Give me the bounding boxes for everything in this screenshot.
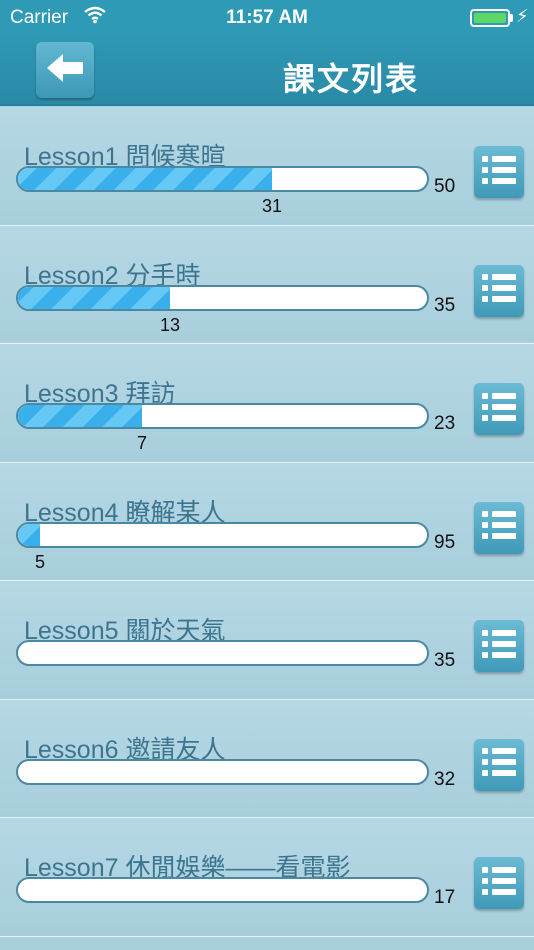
clock: 11:57 AM [226,7,308,28]
progress-current-count: 7 [136,433,148,453]
list-icon [482,273,516,308]
lesson-menu-button[interactable] [474,857,524,909]
progress-total-count: 95 [434,531,456,553]
battery-tip [510,14,513,22]
list-icon [482,392,516,427]
progress-bar [16,758,429,785]
progress-fill [18,286,170,309]
progress-current-count: 31 [261,196,283,216]
progress-total-count: 23 [434,413,456,434]
lesson-row-4[interactable]: Lesson4 瞭解某人 5 95 [0,462,534,581]
lesson-menu-button[interactable] [474,264,524,317]
battery-icon [470,9,510,27]
lesson-menu-button[interactable] [474,738,524,791]
progress-total-count: 35 [434,294,456,316]
progress-bar [16,877,429,903]
progress-total-count: 35 [434,650,456,671]
progress-fill [18,523,40,546]
progress-fill [18,168,272,190]
progress-current-count: 5 [34,551,46,572]
lesson-row-6[interactable]: Lesson6 邀請友人 32 [0,699,534,818]
charging-bolt-icon: ⚡ [516,6,529,26]
lesson-menu-button[interactable] [474,501,524,554]
progress-current-count: 13 [159,314,181,335]
lesson-row-7[interactable]: Lesson7 休閒娛樂——看電影 17 [0,818,534,937]
list-icon [482,747,516,782]
list-icon [482,629,516,664]
lesson-menu-button[interactable] [474,146,524,198]
lesson-row-3[interactable]: Lesson3 拜訪 7 23 [0,344,534,463]
lesson-list: Lesson1 問候寒暄 31 50 Lesson2 分手時 13 35 Les… [0,107,534,937]
status-bar: Carrier 11:57 AM ⚡ [0,0,534,36]
progress-total-count: 17 [434,887,456,908]
progress-bar [16,640,429,666]
progress-bar [16,166,429,192]
lesson-row-2[interactable]: Lesson2 分手時 13 35 [0,225,534,344]
progress-total-count: 50 [434,176,456,197]
navigation-bar: 課文列表 [0,36,534,106]
progress-total-count: 32 [434,768,456,790]
lesson-row-5[interactable]: Lesson5 關於天氣 35 [0,581,534,700]
lesson-menu-button[interactable] [474,620,524,672]
progress-bar [16,284,429,311]
page-title: 課文列表 [282,61,419,97]
progress-bar [16,521,429,548]
list-icon [482,866,516,901]
lesson-menu-button[interactable] [474,383,524,435]
lesson-row-1[interactable]: Lesson1 問候寒暄 31 50 [0,107,534,226]
progress-bar [16,403,429,429]
list-icon [482,155,516,190]
progress-fill [18,405,142,427]
list-icon [482,510,516,545]
